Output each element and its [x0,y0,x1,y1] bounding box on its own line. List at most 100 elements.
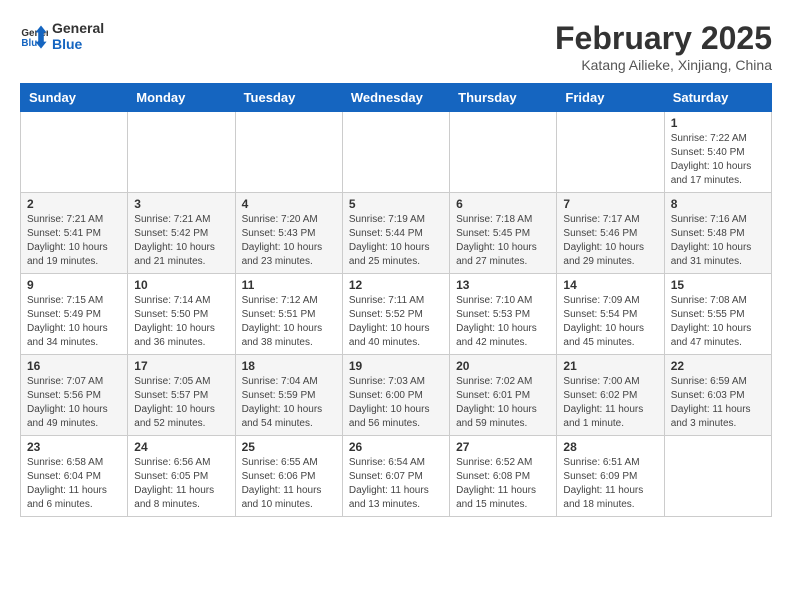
day-info: Sunrise: 7:11 AM Sunset: 5:52 PM Dayligh… [349,294,443,350]
day-info: Sunrise: 7:05 AM Sunset: 5:57 PM Dayligh… [134,375,228,431]
day-info: Sunrise: 7:16 AM Sunset: 5:48 PM Dayligh… [671,213,765,269]
day-number: 23 [27,440,121,454]
day-number: 7 [563,197,657,211]
calendar-day-cell [664,436,771,517]
day-number: 13 [456,278,550,292]
day-number: 10 [134,278,228,292]
day-info: Sunrise: 7:21 AM Sunset: 5:42 PM Dayligh… [134,213,228,269]
day-info: Sunrise: 7:03 AM Sunset: 6:00 PM Dayligh… [349,375,443,431]
calendar-day-cell: 18Sunrise: 7:04 AM Sunset: 5:59 PM Dayli… [235,355,342,436]
day-number: 15 [671,278,765,292]
calendar-day-cell: 15 Sunrise: 7:08 AM Sunset: 5:55 PM Dayli… [664,274,771,355]
calendar-day-cell: 13 Sunrise: 7:10 AM Sunset: 5:53 PM Dayli… [450,274,557,355]
calendar-day-cell [342,112,449,193]
day-info: Sunrise: 6:55 AM Sunset: 6:06 PM Dayligh… [242,456,336,512]
weekday-header: Sunday [21,84,128,112]
day-info: Sunrise: 7:10 AM Sunset: 5:53 PM Dayligh… [456,294,550,350]
day-info: Sunrise: 7:14 AM Sunset: 5:50 PM Dayligh… [134,294,228,350]
calendar-day-cell: 27 Sunrise: 6:52 AM Sunset: 6:08 PM Dayli… [450,436,557,517]
logo: General Blue General Blue [20,20,104,52]
day-info: Sunrise: 7:12 AM Sunset: 5:51 PM Dayligh… [242,294,336,350]
weekday-header: Friday [557,84,664,112]
day-number: 16 [27,359,121,373]
day-number: 26 [349,440,443,454]
calendar-day-cell: 2 Sunrise: 7:21 AM Sunset: 5:41 PM Daylig… [21,193,128,274]
day-info: Sunrise: 7:09 AM Sunset: 5:54 PM Dayligh… [563,294,657,350]
calendar-day-cell: 4 Sunrise: 7:20 AM Sunset: 5:43 PM Daylig… [235,193,342,274]
calendar-day-cell: 21 Sunrise: 7:00 AM Sunset: 6:02 PM Dayli… [557,355,664,436]
calendar-week-row: 9 Sunrise: 7:15 AM Sunset: 5:49 PM Daylig… [21,274,772,355]
calendar-day-cell: 24 Sunrise: 6:56 AM Sunset: 6:05 PM Dayli… [128,436,235,517]
day-info: Sunrise: 7:02 AM Sunset: 6:01 PM Dayligh… [456,375,550,431]
calendar-day-cell: 8 Sunrise: 7:16 AM Sunset: 5:48 PM Daylig… [664,193,771,274]
day-info: Sunrise: 7:00 AM Sunset: 6:02 PM Dayligh… [563,375,657,431]
day-number: 22 [671,359,765,373]
day-number: 6 [456,197,550,211]
day-number: 25 [242,440,336,454]
calendar-week-row: 16 Sunrise: 7:07 AM Sunset: 5:56 PM Dayli… [21,355,772,436]
logo-general: General [52,20,104,36]
day-info: Sunrise: 7:07 AM Sunset: 5:56 PM Dayligh… [27,375,121,431]
day-info: Sunrise: 6:56 AM Sunset: 6:05 PM Dayligh… [134,456,228,512]
day-number: 1 [671,116,765,130]
day-info: Sunrise: 7:15 AM Sunset: 5:49 PM Dayligh… [27,294,121,350]
day-number: 28 [563,440,657,454]
day-number: 3 [134,197,228,211]
calendar-day-cell [557,112,664,193]
weekday-header: Monday [128,84,235,112]
day-number: 20 [456,359,550,373]
calendar-week-row: 2 Sunrise: 7:21 AM Sunset: 5:41 PM Daylig… [21,193,772,274]
calendar-day-cell: 6 Sunrise: 7:18 AM Sunset: 5:45 PM Daylig… [450,193,557,274]
day-number: 2 [27,197,121,211]
title-area: February 2025 Katang Ailieke, Xinjiang, … [555,20,772,73]
calendar-day-cell: 11Sunrise: 7:12 AM Sunset: 5:51 PM Dayli… [235,274,342,355]
calendar-day-cell: 12Sunrise: 7:11 AM Sunset: 5:52 PM Dayli… [342,274,449,355]
day-number: 8 [671,197,765,211]
day-info: Sunrise: 6:58 AM Sunset: 6:04 PM Dayligh… [27,456,121,512]
calendar-day-cell [235,112,342,193]
calendar-day-cell: 26Sunrise: 6:54 AM Sunset: 6:07 PM Dayli… [342,436,449,517]
calendar-week-row: 1Sunrise: 7:22 AM Sunset: 5:40 PM Daylig… [21,112,772,193]
day-info: Sunrise: 7:19 AM Sunset: 5:44 PM Dayligh… [349,213,443,269]
calendar-day-cell: 16 Sunrise: 7:07 AM Sunset: 5:56 PM Dayli… [21,355,128,436]
calendar-day-cell: 3 Sunrise: 7:21 AM Sunset: 5:42 PM Daylig… [128,193,235,274]
calendar-day-cell: 22 Sunrise: 6:59 AM Sunset: 6:03 PM Dayli… [664,355,771,436]
day-info: Sunrise: 7:20 AM Sunset: 5:43 PM Dayligh… [242,213,336,269]
calendar-table: SundayMondayTuesdayWednesdayThursdayFrid… [20,83,772,517]
calendar-day-cell [21,112,128,193]
day-info: Sunrise: 6:59 AM Sunset: 6:03 PM Dayligh… [671,375,765,431]
calendar-day-cell: 14 Sunrise: 7:09 AM Sunset: 5:54 PM Dayli… [557,274,664,355]
calendar-day-cell: 25 Sunrise: 6:55 AM Sunset: 6:06 PM Dayli… [235,436,342,517]
day-number: 9 [27,278,121,292]
day-number: 17 [134,359,228,373]
calendar-header-row: SundayMondayTuesdayWednesdayThursdayFrid… [21,84,772,112]
day-info: Sunrise: 7:18 AM Sunset: 5:45 PM Dayligh… [456,213,550,269]
day-info: Sunrise: 7:21 AM Sunset: 5:41 PM Dayligh… [27,213,121,269]
calendar-day-cell: 5Sunrise: 7:19 AM Sunset: 5:44 PM Daylig… [342,193,449,274]
day-number: 14 [563,278,657,292]
calendar-day-cell: 23 Sunrise: 6:58 AM Sunset: 6:04 PM Dayli… [21,436,128,517]
day-number: 4 [242,197,336,211]
weekday-header: Tuesday [235,84,342,112]
day-number: 27 [456,440,550,454]
calendar-day-cell: 19Sunrise: 7:03 AM Sunset: 6:00 PM Dayli… [342,355,449,436]
day-number: 21 [563,359,657,373]
header: General Blue General Blue February 2025 … [20,20,772,73]
day-info: Sunrise: 6:51 AM Sunset: 6:09 PM Dayligh… [563,456,657,512]
day-info: Sunrise: 7:17 AM Sunset: 5:46 PM Dayligh… [563,213,657,269]
weekday-header: Wednesday [342,84,449,112]
calendar-day-cell: 20 Sunrise: 7:02 AM Sunset: 6:01 PM Dayli… [450,355,557,436]
day-number: 24 [134,440,228,454]
calendar-day-cell: 10 Sunrise: 7:14 AM Sunset: 5:50 PM Dayli… [128,274,235,355]
day-info: Sunrise: 7:08 AM Sunset: 5:55 PM Dayligh… [671,294,765,350]
day-info: Sunrise: 7:04 AM Sunset: 5:59 PM Dayligh… [242,375,336,431]
logo-icon: General Blue [20,22,48,50]
calendar-week-row: 23 Sunrise: 6:58 AM Sunset: 6:04 PM Dayli… [21,436,772,517]
weekday-header: Thursday [450,84,557,112]
calendar-day-cell: 1Sunrise: 7:22 AM Sunset: 5:40 PM Daylig… [664,112,771,193]
logo-blue: Blue [52,36,104,52]
calendar-day-cell: 7 Sunrise: 7:17 AM Sunset: 5:46 PM Daylig… [557,193,664,274]
calendar-day-cell [128,112,235,193]
calendar-day-cell: 17 Sunrise: 7:05 AM Sunset: 5:57 PM Dayli… [128,355,235,436]
day-info: Sunrise: 6:52 AM Sunset: 6:08 PM Dayligh… [456,456,550,512]
